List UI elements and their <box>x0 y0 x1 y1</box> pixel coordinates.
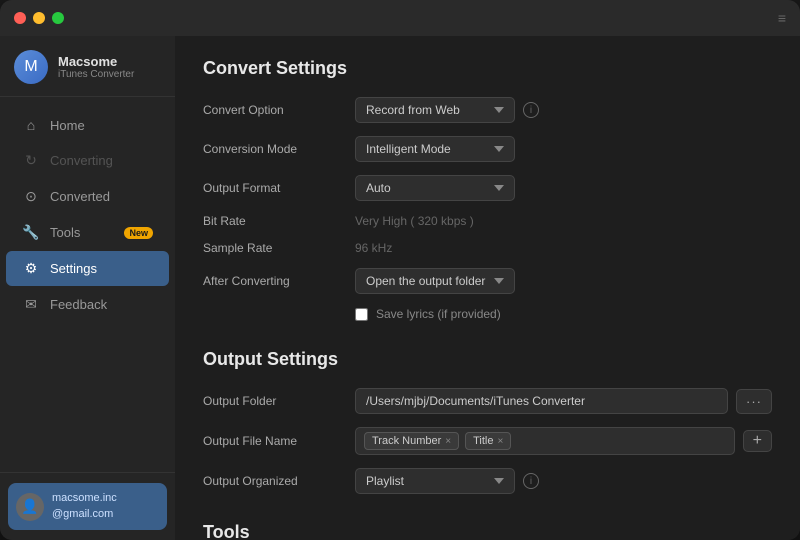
convert-option-label: Convert Option <box>203 103 343 117</box>
sample-rate-value: 96 kHz <box>355 241 392 255</box>
traffic-lights <box>14 12 64 24</box>
convert-settings-title: Convert Settings <box>203 58 772 79</box>
user-account[interactable]: 👤 macsome.inc @gmail.com <box>8 483 167 530</box>
sidebar-nav: ⌂ Home ↻ Converting ⊙ Converted 🔧 Tools <box>0 97 175 472</box>
menu-icon[interactable]: ≡ <box>778 10 786 26</box>
app-window: ≡ M Macsome iTunes Converter ⌂ Home ↻ <box>0 0 800 540</box>
output-folder-label: Output Folder <box>203 394 343 408</box>
bit-rate-row: Bit Rate Very High ( 320 kbps ) <box>203 214 772 228</box>
tag-title: Title × <box>465 432 511 450</box>
save-lyrics-checkbox-row: Save lyrics (if provided) <box>355 307 501 321</box>
tag-title-remove[interactable]: × <box>498 436 504 447</box>
output-organized-label: Output Organized <box>203 474 343 488</box>
output-file-name-control: Track Number × Title × + <box>355 427 772 455</box>
sample-rate-label: Sample Rate <box>203 241 343 255</box>
convert-settings-grid: Convert Option Record from Web Download … <box>203 97 772 321</box>
output-organized-control: Playlist Album Artist i <box>355 468 772 494</box>
tag-track-number: Track Number × <box>364 432 459 450</box>
browse-folder-button[interactable]: ··· <box>736 389 772 414</box>
sidebar-item-feedback[interactable]: ✉ Feedback <box>6 287 169 322</box>
after-converting-select[interactable]: Open the output folder Do Nothing <box>355 268 515 294</box>
after-converting-row: After Converting Open the output folder … <box>203 268 772 294</box>
sidebar-item-converted[interactable]: ⊙ Converted <box>6 179 169 214</box>
after-converting-label: After Converting <box>203 274 343 288</box>
sample-rate-row: Sample Rate 96 kHz <box>203 241 772 255</box>
sidebar-item-settings[interactable]: ⚙ Settings <box>6 251 169 286</box>
home-icon: ⌂ <box>22 117 40 133</box>
sidebar: M Macsome iTunes Converter ⌂ Home ↻ Conv… <box>0 36 175 540</box>
output-settings-title: Output Settings <box>203 349 772 370</box>
output-format-label: Output Format <box>203 181 343 195</box>
sidebar-item-tools[interactable]: 🔧 Tools New <box>6 215 169 250</box>
after-converting-control: Open the output folder Do Nothing <box>355 268 772 294</box>
output-organized-row: Output Organized Playlist Album Artist i <box>203 468 772 494</box>
app-logo: M <box>14 50 48 84</box>
sidebar-item-label: Converting <box>50 153 113 168</box>
output-folder-input[interactable] <box>355 388 728 414</box>
output-format-select[interactable]: Auto MP3 AAC FLAC WAV <box>355 175 515 201</box>
convert-option-control: Record from Web Download i <box>355 97 772 123</box>
conversion-mode-control: Intelligent Mode Turbo Mode <box>355 136 772 162</box>
convert-option-info-icon[interactable]: i <box>523 102 539 118</box>
tools-badge: New <box>124 227 153 239</box>
sidebar-item-label: Feedback <box>50 297 107 312</box>
tag-title-label: Title <box>473 435 493 447</box>
sidebar-item-label: Home <box>50 118 85 133</box>
output-format-control: Auto MP3 AAC FLAC WAV <box>355 175 772 201</box>
conversion-mode-row: Conversion Mode Intelligent Mode Turbo M… <box>203 136 772 162</box>
sidebar-footer: 👤 macsome.inc @gmail.com <box>0 472 175 540</box>
output-file-name-row: Output File Name Track Number × Title × <box>203 427 772 455</box>
titlebar: ≡ <box>0 0 800 36</box>
sidebar-item-label: Converted <box>50 189 110 204</box>
output-format-row: Output Format Auto MP3 AAC FLAC WAV <box>203 175 772 201</box>
tag-track-number-remove[interactable]: × <box>445 436 451 447</box>
sidebar-item-converting: ↻ Converting <box>6 143 169 178</box>
save-lyrics-checkbox[interactable] <box>355 308 368 321</box>
close-button[interactable] <box>14 12 26 24</box>
save-lyrics-label: Save lyrics (if provided) <box>376 307 501 321</box>
bit-rate-value: Very High ( 320 kbps ) <box>355 214 474 228</box>
feedback-icon: ✉ <box>22 296 40 313</box>
tag-track-number-label: Track Number <box>372 435 441 447</box>
main-container: M Macsome iTunes Converter ⌂ Home ↻ Conv… <box>0 36 800 540</box>
sidebar-item-label: Tools <box>50 225 80 240</box>
minimize-button[interactable] <box>33 12 45 24</box>
app-subtitle: iTunes Converter <box>58 69 134 80</box>
conversion-mode-label: Conversion Mode <box>203 142 343 156</box>
conversion-mode-select[interactable]: Intelligent Mode Turbo Mode <box>355 136 515 162</box>
sidebar-profile: M Macsome iTunes Converter <box>0 36 175 97</box>
sidebar-item-label: Settings <box>50 261 97 276</box>
bit-rate-label: Bit Rate <box>203 214 343 228</box>
convert-option-select[interactable]: Record from Web Download <box>355 97 515 123</box>
output-folder-row: Output Folder ··· <box>203 388 772 414</box>
user-email: macsome.inc @gmail.com <box>52 491 117 522</box>
sidebar-item-home[interactable]: ⌂ Home <box>6 108 169 142</box>
settings-icon: ⚙ <box>22 260 40 277</box>
main-content[interactable]: Convert Settings Convert Option Record f… <box>175 36 800 540</box>
convert-option-row: Convert Option Record from Web Download … <box>203 97 772 123</box>
output-file-name-label: Output File Name <box>203 434 343 448</box>
file-name-tag-input[interactable]: Track Number × Title × <box>355 427 735 455</box>
converting-icon: ↻ <box>22 152 40 169</box>
maximize-button[interactable] <box>52 12 64 24</box>
tools-icon: 🔧 <box>22 224 40 241</box>
output-organized-info-icon[interactable]: i <box>523 473 539 489</box>
save-lyrics-row: Save lyrics (if provided) <box>203 307 772 321</box>
converted-icon: ⊙ <box>22 188 40 205</box>
app-title-group: Macsome iTunes Converter <box>58 54 134 80</box>
bit-rate-control: Very High ( 320 kbps ) <box>355 214 772 228</box>
user-avatar-icon: 👤 <box>16 493 44 521</box>
app-name: Macsome <box>58 54 134 69</box>
sample-rate-control: 96 kHz <box>355 241 772 255</box>
output-folder-control: ··· <box>355 388 772 414</box>
output-organized-select[interactable]: Playlist Album Artist <box>355 468 515 494</box>
output-settings-grid: Output Folder ··· Output File Name Track… <box>203 388 772 494</box>
tools-section-title: Tools <box>203 522 772 540</box>
add-file-name-tag-button[interactable]: + <box>743 430 772 452</box>
